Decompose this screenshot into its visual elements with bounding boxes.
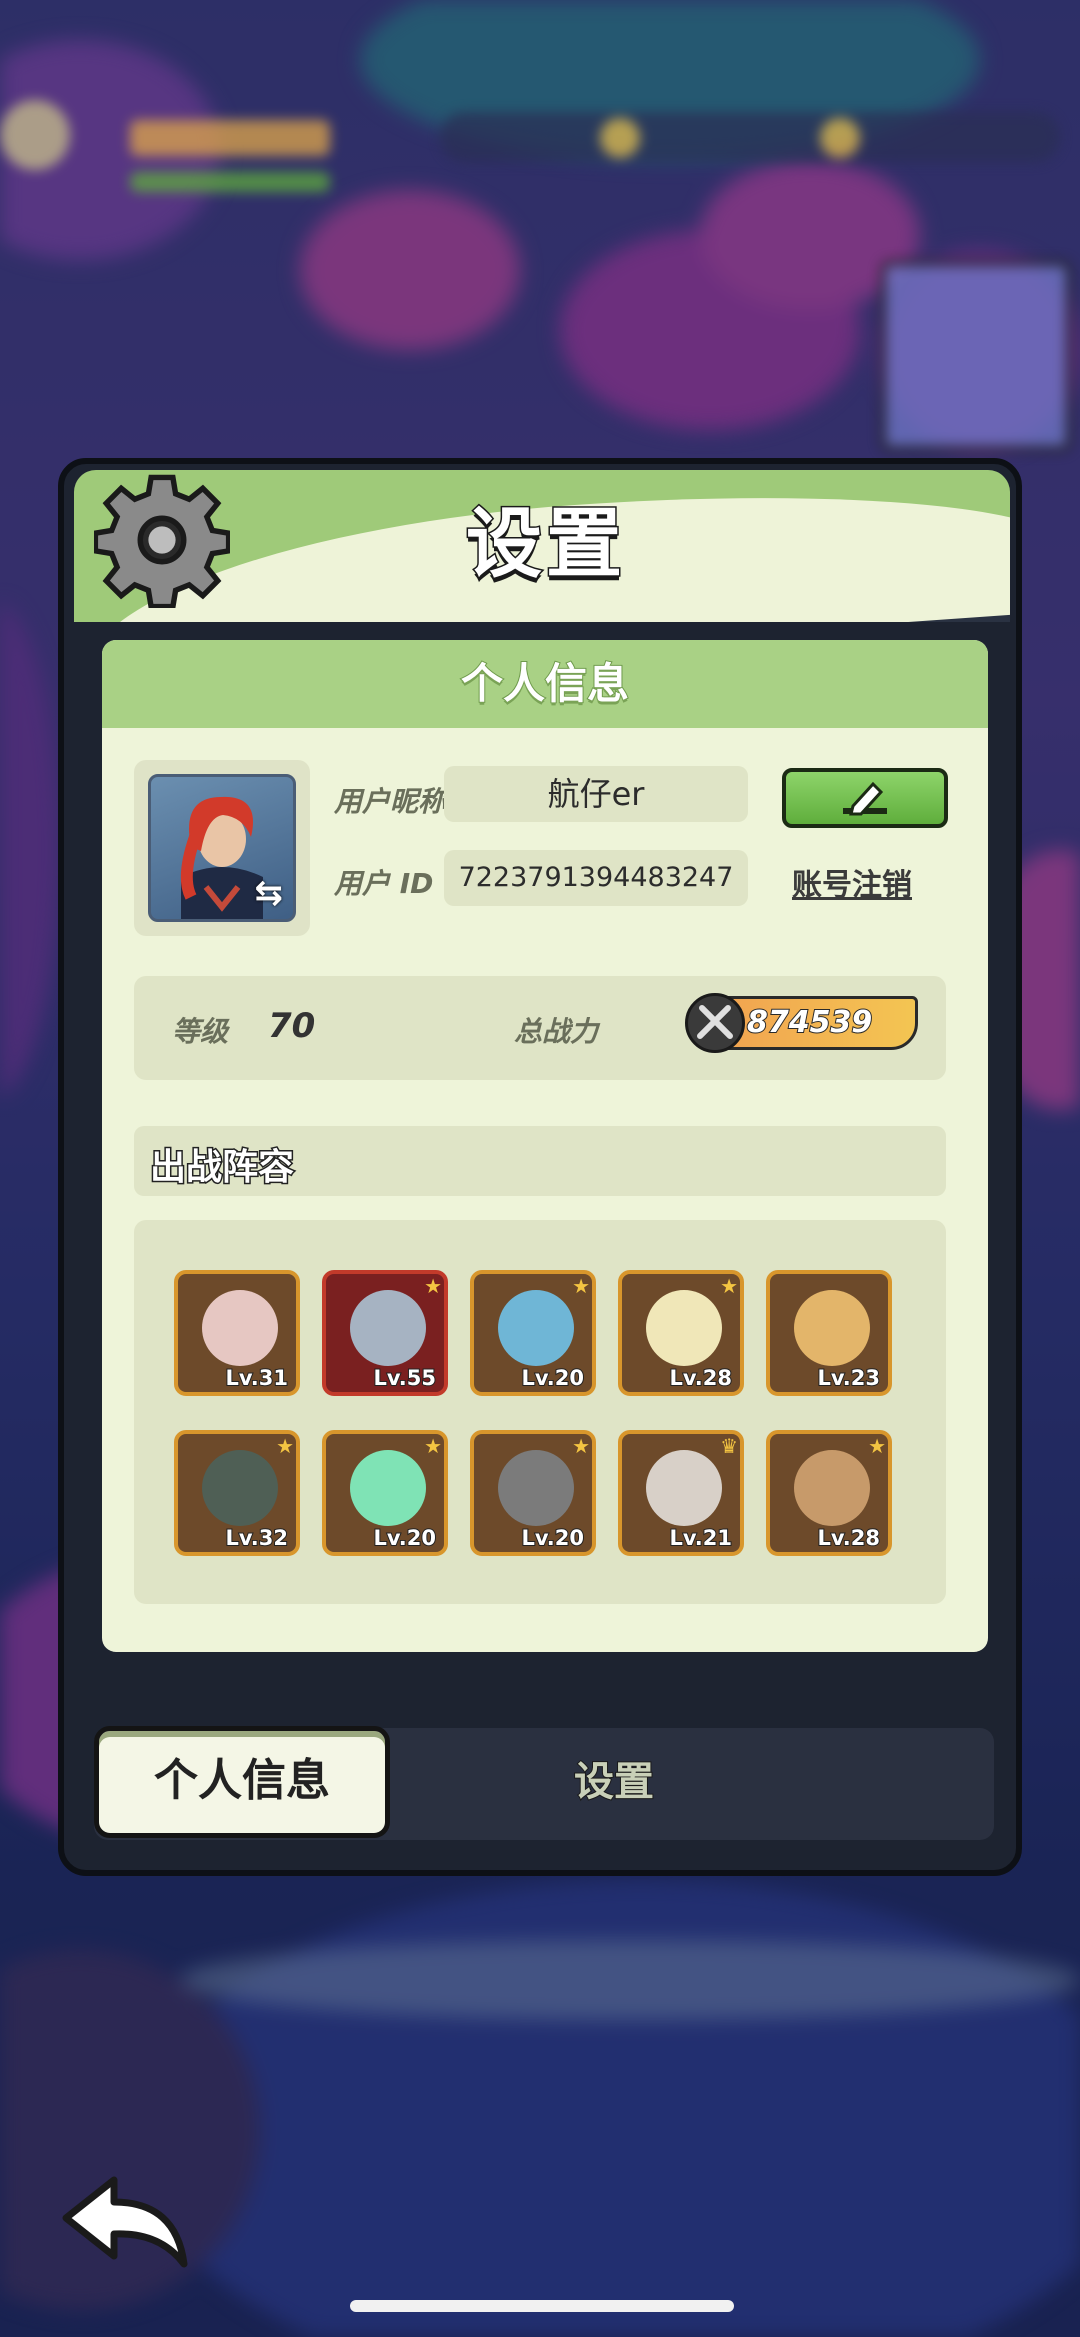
player-hud xyxy=(0,100,340,210)
hero-slot[interactable]: ★ Lv.28 xyxy=(618,1270,744,1396)
hero-portrait xyxy=(794,1450,870,1526)
hero-portrait xyxy=(794,1290,870,1366)
hero-level: Lv.28 xyxy=(816,1525,881,1551)
star-icon: ★ xyxy=(868,1434,886,1458)
home-indicator[interactable] xyxy=(350,2300,734,2312)
profile-card: 个人信息 ⇆ 用户昵称 航仔er 用户 ID 7223791394483247 … xyxy=(102,640,988,1652)
hero-slot[interactable]: ★ Lv.20 xyxy=(322,1430,448,1556)
nickname-label: 用户昵称 xyxy=(334,785,447,818)
avatar-frame[interactable]: ⇆ xyxy=(134,760,310,936)
resource-hud xyxy=(440,112,1080,172)
user-id-label: 用户 ID xyxy=(334,867,434,900)
hero-slot[interactable]: ★ Lv.20 xyxy=(470,1270,596,1396)
hero-level: Lv.21 xyxy=(668,1525,733,1551)
star-icon: ★ xyxy=(720,1274,738,1298)
minimap xyxy=(880,260,1072,452)
avatar[interactable]: ⇆ xyxy=(148,774,296,922)
hero-level: Lv.28 xyxy=(668,1365,733,1391)
hero-level: Lv.32 xyxy=(224,1525,289,1551)
hero-level: Lv.31 xyxy=(224,1365,289,1391)
hero-slot[interactable]: ★ Lv.28 xyxy=(766,1430,892,1556)
tab-profile[interactable]: 个人信息 xyxy=(94,1726,390,1838)
power-badge: 874539 xyxy=(685,993,918,1053)
hero-level: Lv.55 xyxy=(372,1365,437,1391)
hero-portrait xyxy=(202,1290,278,1366)
hero-portrait xyxy=(646,1290,722,1366)
star-icon: ★ xyxy=(276,1434,294,1458)
power-label: 总战力 xyxy=(514,1015,599,1048)
pencil-icon xyxy=(843,781,887,816)
profile-section-header: 个人信息 xyxy=(102,640,988,728)
hero-level: Lv.20 xyxy=(520,1365,585,1391)
lineup-grid: Lv.31 ★ Lv.55 ★ Lv.20 ★ Lv.28 Lv.23 ★ Lv… xyxy=(134,1220,946,1604)
hero-level: Lv.20 xyxy=(372,1525,437,1551)
hero-slot[interactable]: Lv.31 xyxy=(174,1270,300,1396)
settings-panel: 设置 个人信息 ⇆ 用户昵称 航仔er 用户 ID 72237913944832… xyxy=(58,458,1022,1876)
panel-title: 设置 xyxy=(465,498,626,590)
crossed-swords-icon xyxy=(685,993,745,1053)
hero-slot[interactable]: ★ Lv.55 xyxy=(322,1270,448,1396)
star-icon: ★ xyxy=(424,1274,442,1298)
hero-slot[interactable]: ★ Lv.32 xyxy=(174,1430,300,1556)
star-icon: ★ xyxy=(572,1274,590,1298)
deregister-account-link[interactable]: 账号注销 xyxy=(792,860,912,904)
hero-slot[interactable]: Lv.23 xyxy=(766,1270,892,1396)
star-icon: ★ xyxy=(424,1434,442,1458)
user-id-field: 7223791394483247 xyxy=(444,850,748,906)
hero-portrait xyxy=(350,1290,426,1366)
hero-slot[interactable]: ♛ Lv.21 xyxy=(618,1430,744,1556)
hero-portrait xyxy=(202,1450,278,1526)
nickname-field: 航仔er xyxy=(444,766,748,822)
stats-row: 等级 70 总战力 874539 xyxy=(134,976,946,1080)
tab-settings[interactable]: 设置 xyxy=(464,1726,764,1838)
hero-portrait xyxy=(646,1450,722,1526)
hero-portrait xyxy=(498,1290,574,1366)
level-label: 等级 xyxy=(172,1015,229,1048)
hero-portrait xyxy=(498,1450,574,1526)
level-value: 70 xyxy=(268,1006,316,1046)
crown-icon: ♛ xyxy=(720,1434,738,1458)
hero-portrait xyxy=(350,1450,426,1526)
hero-level: Lv.20 xyxy=(520,1525,585,1551)
back-arrow-icon[interactable] xyxy=(56,2168,196,2278)
hero-slot[interactable]: ★ Lv.20 xyxy=(470,1430,596,1556)
hero-level: Lv.23 xyxy=(816,1365,881,1391)
lineup-title: 出战阵容 xyxy=(148,1146,295,1190)
swap-arrows-icon: ⇆ xyxy=(254,873,284,913)
edit-nickname-button[interactable] xyxy=(782,768,948,828)
power-value: 874539 xyxy=(746,1004,873,1041)
star-icon: ★ xyxy=(572,1434,590,1458)
lineup-header: 出战阵容 xyxy=(134,1126,946,1196)
